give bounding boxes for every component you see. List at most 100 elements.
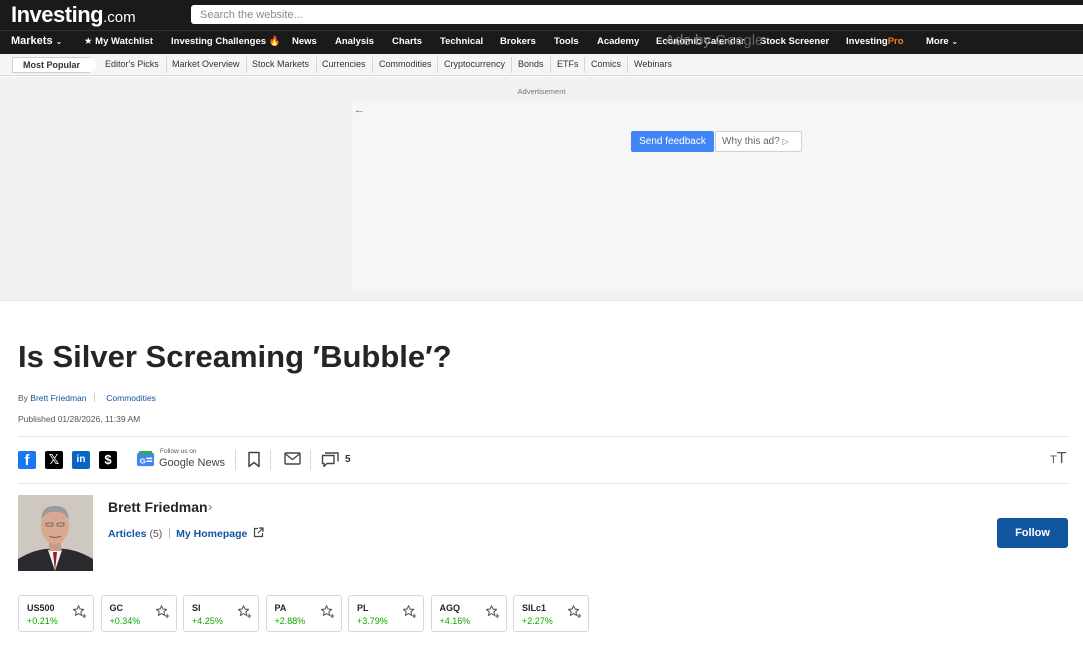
send-feedback-button[interactable]: Send feedback [631, 131, 714, 152]
subnav-market-overview[interactable]: Market Overview [172, 59, 240, 69]
ticker-change: +0.21% [27, 616, 58, 626]
subnav-comics[interactable]: Comics [591, 59, 621, 69]
add-to-watchlist-icon[interactable] [567, 604, 582, 619]
add-to-watchlist-icon[interactable] [72, 604, 87, 619]
divider [93, 393, 95, 402]
subnav-commodities[interactable]: Commodities [379, 59, 432, 69]
ticker-card[interactable]: GC +0.34% [100, 595, 177, 632]
nav-analysis[interactable]: Analysis [335, 36, 374, 47]
top-bar: Investing.com [0, 0, 1083, 30]
ticker-card[interactable]: SILc1 +2.27% [513, 595, 589, 632]
subnav-currencies[interactable]: Currencies [322, 59, 366, 69]
back-arrow-icon[interactable]: ← [354, 104, 365, 116]
nav-charts[interactable]: Charts [392, 36, 422, 47]
ads-by-label: Ads by [665, 32, 711, 49]
divider [246, 57, 247, 73]
facebook-icon[interactable]: f [18, 451, 36, 469]
most-popular-label: Most Popular [23, 60, 81, 70]
ticker-change: +2.88% [274, 616, 306, 626]
why-this-ad-button[interactable]: Why this ad? ▷ [715, 131, 802, 152]
ticker-change: +4.16% [439, 616, 471, 626]
subnav-etfs[interactable]: ETFs [557, 59, 579, 69]
byline-category-link[interactable]: Commodities [106, 393, 156, 403]
ad-frame [352, 101, 1083, 291]
flame-icon: 🔥 [268, 36, 281, 47]
ticker-symbol: US500 [27, 603, 55, 613]
star-icon: ★ [84, 36, 93, 47]
investing-logo[interactable]: Investing.com [11, 2, 136, 28]
ticker-symbol: PA [274, 603, 287, 613]
ticker-card[interactable]: SI +4.25% [183, 595, 259, 632]
nav-investing-pro[interactable]: InvestingPro [846, 36, 904, 47]
author-homepage-link[interactable]: My Homepage [176, 527, 264, 540]
author-avatar[interactable] [18, 495, 93, 571]
nav-more[interactable]: More ⌄ [926, 36, 958, 47]
add-to-watchlist-icon[interactable] [402, 604, 417, 619]
ticker-symbol: AGQ [439, 603, 461, 613]
divider [166, 57, 167, 73]
add-to-watchlist-icon[interactable] [320, 604, 335, 619]
nav-tools[interactable]: Tools [554, 36, 579, 47]
comment-icon[interactable] [321, 452, 340, 469]
divider [372, 57, 373, 73]
ticker-card[interactable]: PA +2.88% [265, 595, 342, 632]
ticker-symbol: PL [357, 603, 369, 613]
divider [270, 450, 271, 470]
byline-author-link[interactable]: Brett Friedman [30, 393, 86, 403]
add-to-watchlist-icon[interactable] [155, 604, 170, 619]
comment-count[interactable]: 5 [345, 454, 351, 465]
ticker-card[interactable]: PL +3.79% [348, 595, 424, 632]
nav-news[interactable]: News [292, 36, 317, 47]
article-title: Is Silver Screaming ′Bubble′? [18, 339, 452, 374]
google-news-link[interactable]: Google News [159, 457, 225, 469]
nav-watchlist[interactable]: ★ My Watchlist [84, 36, 153, 47]
nav-brokers[interactable]: Brokers [500, 36, 536, 47]
ticker-card[interactable]: AGQ +4.16% [430, 595, 507, 632]
subnav-editors-picks[interactable]: Editor's Picks [105, 59, 159, 69]
chevron-down-icon: ⌄ [55, 37, 63, 46]
ticker-symbol: GC [109, 603, 124, 613]
follow-button[interactable]: Follow [997, 518, 1068, 548]
nav-watchlist-label: My Watchlist [95, 36, 153, 47]
x-twitter-icon[interactable]: 𝕏 [45, 451, 63, 469]
nav-markets[interactable]: Markets ⌄ [11, 35, 62, 47]
sub-nav: Most Popular Editor's Picks Market Overv… [0, 54, 1083, 76]
nav-technical[interactable]: Technical [440, 36, 483, 47]
divider [584, 57, 585, 73]
chevron-right-icon[interactable]: › [208, 499, 212, 514]
articles-count: (5) [149, 528, 163, 540]
google-news-icon[interactable]: G [136, 450, 155, 469]
advertisement-zone: Advertisement ← [0, 77, 1083, 301]
nav-stock-screener[interactable]: Stock Screener [760, 36, 829, 47]
author-name-link[interactable]: Brett Friedman [108, 499, 208, 515]
most-popular-tab[interactable]: Most Popular [12, 57, 98, 73]
author-articles-link[interactable]: Articles (5) [108, 528, 165, 540]
linkedin-icon[interactable]: in [72, 451, 90, 469]
subnav-bonds[interactable]: Bonds [518, 59, 544, 69]
external-link-icon [254, 527, 264, 538]
nav-markets-label: Markets [11, 35, 53, 47]
nav-challenges-label: Investing Challenges [171, 36, 267, 47]
ticker-card[interactable]: US500 +0.21% [18, 595, 94, 632]
nav-pro-label-a: Investing [846, 36, 888, 47]
email-icon[interactable] [284, 452, 301, 465]
logo-text: Investing [11, 2, 104, 27]
nav-academy[interactable]: Academy [597, 36, 639, 47]
ticker-change: +2.27% [522, 616, 553, 626]
search-input[interactable] [191, 5, 1083, 25]
nav-investing-challenges[interactable]: Investing Challenges 🔥 [171, 36, 281, 47]
why-this-ad-label: Why this ad? [722, 136, 780, 147]
author-links: Articles (5) My Homepage [108, 527, 264, 540]
add-to-watchlist-icon[interactable] [485, 604, 500, 619]
divider [627, 57, 628, 73]
subnav-stock-markets[interactable]: Stock Markets [252, 59, 309, 69]
articles-label: Articles [108, 528, 147, 540]
bookmark-icon[interactable] [247, 451, 261, 468]
text-size-icon[interactable]: TT [1050, 450, 1067, 468]
add-to-watchlist-icon[interactable] [237, 604, 252, 619]
divider [511, 57, 512, 73]
subnav-webinars[interactable]: Webinars [634, 59, 672, 69]
stocktwits-icon[interactable]: $ [99, 451, 117, 469]
divider [18, 436, 1068, 437]
subnav-cryptocurrency[interactable]: Cryptocurrency [444, 59, 505, 69]
